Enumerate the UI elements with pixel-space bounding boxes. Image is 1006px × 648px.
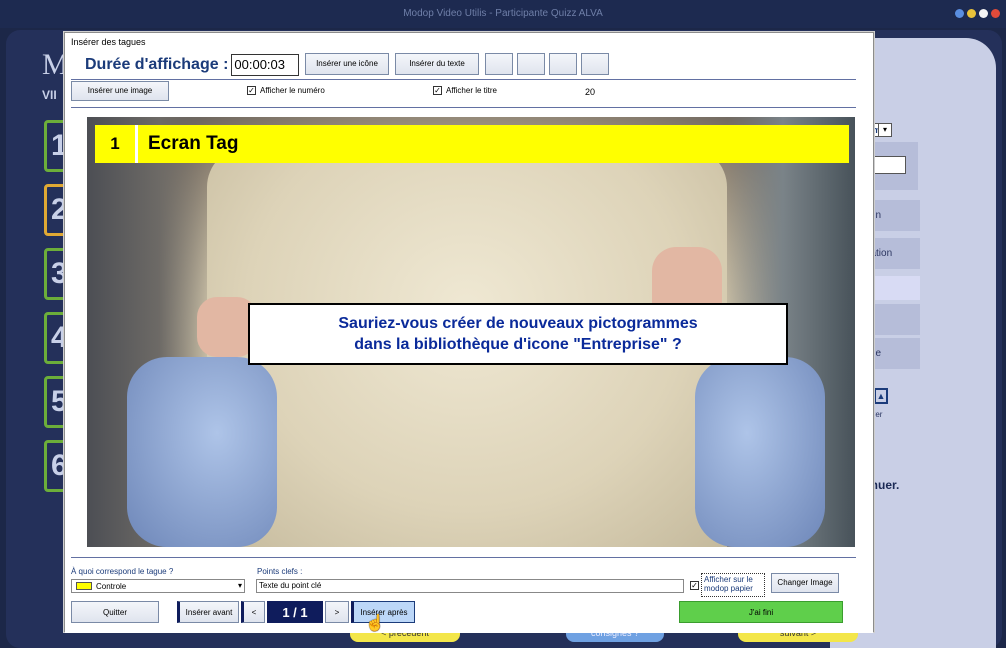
- print-modop-checkbox[interactable]: ✓: [690, 581, 699, 590]
- chevron-down-icon[interactable]: ▾: [238, 581, 242, 590]
- insert-icon-button[interactable]: Insérer une icône: [305, 53, 389, 75]
- question-line-2: dans la bibliothèque d'icone "Entreprise…: [354, 336, 682, 353]
- question-line-1: Sauriez-vous créer de nouveaux pictogram…: [338, 315, 698, 332]
- color-swatch: [76, 582, 92, 590]
- toolbar-blank-button-3[interactable]: [549, 53, 577, 75]
- insert-text-button[interactable]: Insérer du texte: [395, 53, 479, 75]
- correspond-label: À quoi correspond le tague ?: [71, 567, 174, 576]
- keypoints-label: Points clefs :: [257, 567, 303, 576]
- right-arm: [695, 357, 825, 547]
- toolbar-blank-button-2[interactable]: [517, 53, 545, 75]
- show-title-row[interactable]: ✓ Afficher le titre: [433, 86, 497, 95]
- divider-1: [71, 79, 856, 80]
- done-button[interactable]: J'ai fini: [679, 601, 843, 623]
- change-image-button[interactable]: Changer Image: [771, 573, 839, 593]
- bg-window-title: Modop Video Utilis - Participante Quizz …: [0, 0, 1006, 28]
- duration-row: Durée d'affichage : 00:00:03: [85, 54, 300, 76]
- tag-number: 1: [110, 134, 120, 153]
- duration-label: Durée d'affichage :: [85, 56, 229, 73]
- bg-logo-text: VII: [42, 88, 57, 102]
- insert-tags-dialog: Insérer des tagues Durée d'affichage : 0…: [64, 32, 874, 633]
- window-controls[interactable]: [955, 9, 1000, 18]
- minimize-icon[interactable]: [955, 9, 964, 18]
- question-box[interactable]: Sauriez-vous créer de nouveaux pictogram…: [248, 303, 788, 365]
- print-modop-label[interactable]: Afficher sur le modop papier: [701, 573, 765, 597]
- next-page-button[interactable]: >: [325, 601, 349, 623]
- insert-before-button[interactable]: Insérer avant: [177, 601, 239, 623]
- close-icon[interactable]: [991, 9, 1000, 18]
- left-arm: [127, 357, 277, 547]
- show-number-checkbox[interactable]: ✓: [247, 86, 256, 95]
- tag-bar: 1 Ecran Tag: [95, 125, 849, 163]
- prev-page-button[interactable]: <: [241, 601, 265, 623]
- divider-2: [71, 107, 856, 108]
- count-value: 20: [585, 87, 596, 97]
- eject-icon[interactable]: ▲: [874, 388, 888, 404]
- show-title-checkbox[interactable]: ✓: [433, 86, 442, 95]
- keypoints-input[interactable]: Texte du point clé: [256, 579, 684, 593]
- divider-3: [71, 557, 856, 558]
- chevron-down-icon[interactable]: ▾: [878, 123, 892, 137]
- page-indicator: 1 / 1: [267, 601, 323, 623]
- navigation-bar: Quitter Insérer avant < 1 / 1 > Insérer …: [71, 601, 861, 623]
- hand-cursor-icon: ☝: [365, 615, 385, 632]
- show-title-label: Afficher le titre: [446, 86, 497, 95]
- tag-type-select[interactable]: Controle ▾: [71, 579, 245, 593]
- dialog-title: Insérer des tagues: [71, 37, 146, 47]
- toolbar-blank-button-1[interactable]: [485, 53, 513, 75]
- maximize-icon[interactable]: [967, 9, 976, 18]
- quit-button[interactable]: Quitter: [71, 601, 159, 623]
- duration-input[interactable]: 00:00:03: [231, 54, 300, 76]
- restore-icon[interactable]: [979, 9, 988, 18]
- show-number-label: Afficher le numéro: [260, 86, 325, 95]
- show-number-row[interactable]: ✓ Afficher le numéro: [247, 86, 325, 95]
- tag-type-value: Controle: [96, 581, 127, 591]
- toolbar-blank-button-4[interactable]: [581, 53, 609, 75]
- tag-title: Ecran Tag: [148, 133, 239, 154]
- insert-image-button[interactable]: Insérer une image: [71, 81, 169, 101]
